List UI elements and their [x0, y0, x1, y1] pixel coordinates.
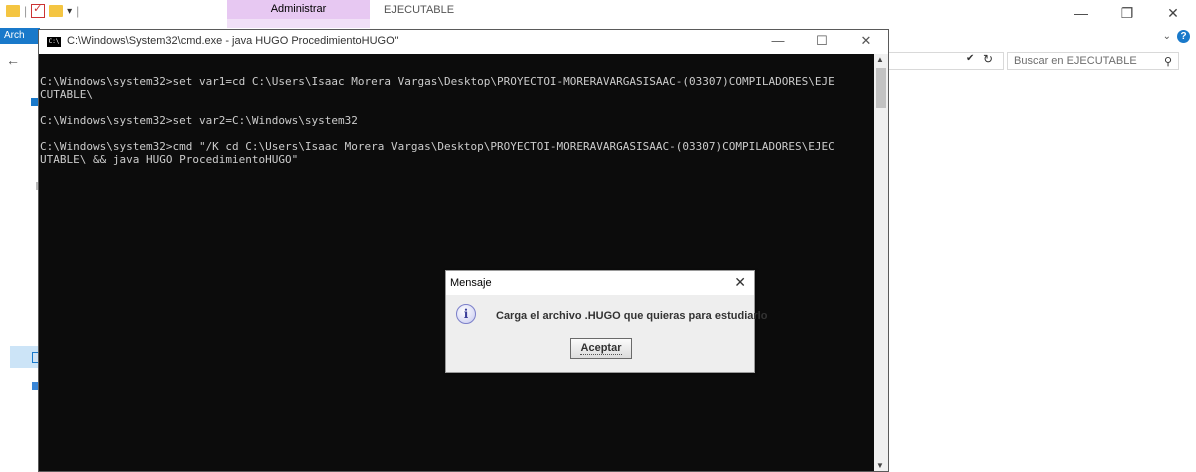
dialog-title: Mensaje	[450, 277, 492, 289]
scroll-up-icon[interactable]: ▲	[876, 55, 884, 64]
quick-access-toolbar: | ▾ |	[6, 2, 80, 18]
scroll-down-icon[interactable]: ▼	[876, 461, 884, 470]
console-line: C:\Windows\system32>set var2=C:\Windows\…	[40, 114, 358, 127]
console-line: UTABLE\ && java HUGO ProcedimientoHUGO"	[40, 153, 299, 166]
close-button[interactable]: ✕	[1150, 0, 1196, 28]
search-input[interactable]: Buscar en EJECUTABLE ⚲	[1007, 52, 1179, 70]
explorer-titlebar	[0, 0, 1196, 28]
cmd-window-title: C:\Windows\System32\cmd.exe - java HUGO …	[67, 35, 399, 47]
help-icon[interactable]: ?	[1177, 29, 1190, 43]
customize-dropdown-icon[interactable]: ▾	[67, 6, 72, 17]
console-line: C:\Windows\system32>set var1=cd C:\Users…	[40, 75, 835, 88]
cmd-close-button[interactable]: ✕	[844, 30, 888, 54]
minimize-button[interactable]: —	[1058, 0, 1104, 28]
search-icon[interactable]: ⚲	[1164, 54, 1172, 70]
search-placeholder: Buscar en EJECUTABLE	[1014, 55, 1137, 67]
restore-button[interactable]: ❐	[1104, 0, 1150, 28]
expand-ribbon-icon[interactable]: ⌄	[1163, 31, 1171, 42]
info-icon: i	[456, 304, 476, 324]
toolbar-separator: |	[76, 4, 80, 18]
toolbar-separator: |	[24, 4, 28, 18]
cmd-console-output[interactable]: C:\Windows\system32>set var1=cd C:\Users…	[39, 54, 874, 471]
cmd-titlebar[interactable]: C:\ C:\Windows\System32\cmd.exe - java H…	[39, 30, 888, 54]
message-dialog: Mensaje ✕ i Carga el archivo .HUGO que q…	[445, 270, 767, 373]
address-dropdown-icon[interactable]: ✔	[966, 53, 974, 64]
properties-icon[interactable]	[31, 2, 46, 18]
accept-button-label: Aceptar	[579, 342, 623, 355]
cmd-window-controls: — ☐ ✕	[756, 30, 888, 54]
dialog-close-icon[interactable]: ✕	[734, 274, 746, 291]
console-line: C:\Windows\system32>cmd "/K cd C:\Users\…	[40, 140, 835, 153]
back-arrow-icon[interactable]: ←	[6, 52, 20, 68]
scrollbar-thumb[interactable]	[876, 68, 886, 108]
new-folder-icon[interactable]	[49, 5, 64, 17]
cmd-scrollbar[interactable]: ▲ ▼	[874, 54, 888, 471]
cmd-window[interactable]: C:\ C:\Windows\System32\cmd.exe - java H…	[38, 29, 889, 472]
refresh-icon[interactable]: ↻	[983, 52, 993, 66]
folder-icon[interactable]	[6, 5, 20, 17]
ribbon-context-band	[227, 19, 370, 28]
explorer-window-title: EJECUTABLE	[384, 4, 455, 16]
dialog-message: Carga el archivo .HUGO que quieras para …	[496, 310, 768, 322]
dialog-titlebar[interactable]: Mensaje ✕	[446, 271, 754, 295]
file-tab[interactable]: Arch	[0, 28, 40, 44]
console-line: CUTABLE\	[40, 88, 93, 101]
accept-button[interactable]: Aceptar	[570, 338, 632, 359]
cmd-icon: C:\	[47, 37, 61, 47]
cmd-minimize-button[interactable]: —	[756, 30, 800, 54]
ribbon-right-controls: ⌄ ?	[1163, 28, 1190, 44]
ribbon-context-tab-manage[interactable]: Administrar	[227, 0, 370, 19]
cmd-maximize-button[interactable]: ☐	[800, 30, 844, 54]
explorer-window-controls: — ❐ ✕	[1058, 0, 1196, 28]
